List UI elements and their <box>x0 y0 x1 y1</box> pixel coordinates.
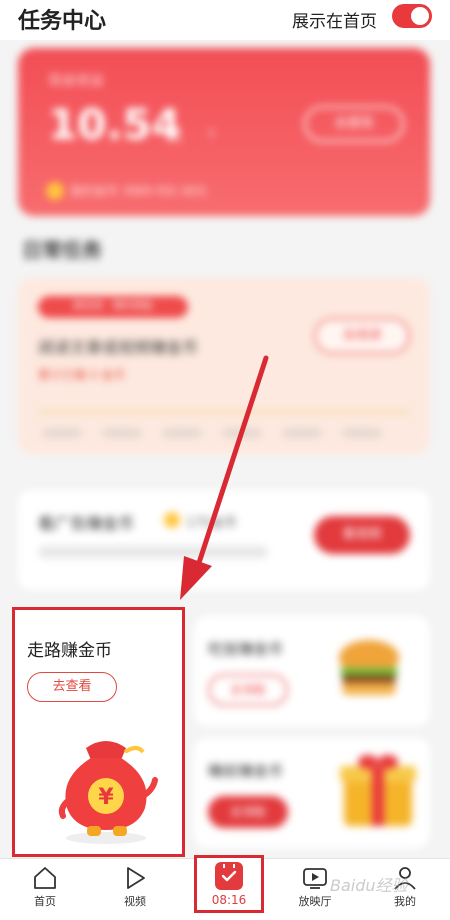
task-step <box>102 428 142 438</box>
header: 任务中心 展示在首页 <box>0 0 450 40</box>
toggle-knob <box>411 7 429 25</box>
ad-task-title: 看广告赚金币 <box>38 514 135 533</box>
signin-go-button[interactable]: 去领取 <box>208 796 288 828</box>
svg-text:¥: ¥ <box>98 785 114 810</box>
show-on-home-label: 展示在首页 <box>292 12 377 32</box>
ad-watch-button[interactable]: 看视频 <box>314 516 410 554</box>
signin-task-card[interactable]: 睡前赚金币 去领取 <box>194 738 430 848</box>
task-progress-text: 累计已赚 0 金币 <box>38 368 126 382</box>
ad-task-desc <box>38 546 268 558</box>
calendar-check-icon <box>215 862 243 890</box>
gift-box-icon <box>340 755 416 826</box>
walk-view-button[interactable]: 去查看 <box>27 672 117 702</box>
cash-card[interactable]: 现金收益 10.54 元 › 去提现 我的金币 3889 约0.38元 <box>18 48 430 216</box>
nav-label-video: 视频 <box>124 895 146 908</box>
chevron-right-icon: › <box>208 122 216 143</box>
ad-reward: 175金币 <box>186 516 237 531</box>
cash-unit: 元 <box>168 129 182 145</box>
coin-icon <box>164 512 180 528</box>
task-badge: 新任务 · 限时奖励 <box>38 296 188 318</box>
home-icon <box>34 867 56 889</box>
walk-earn-card[interactable]: 走路赚金币 去查看 ¥ <box>12 607 185 857</box>
task-step <box>42 428 82 438</box>
page-title: 任务中心 <box>18 9 107 34</box>
tv-play-icon <box>303 868 327 889</box>
show-on-home-toggle[interactable] <box>392 4 432 28</box>
nav-item-tasks-active[interactable]: 08:16 <box>194 855 264 913</box>
nav-label-home: 首页 <box>34 895 56 908</box>
task-step <box>282 428 322 438</box>
meal-go-button[interactable]: 去领取 <box>208 674 288 706</box>
watermark-text: Baidu经验 <box>330 876 408 895</box>
ad-task-card[interactable]: 看广告赚金币 175金币 看视频 <box>18 490 430 590</box>
cash-caption: 现金收益 <box>48 73 104 89</box>
task-center-page: 现金收益 10.54 元 › 去提现 我的金币 3889 约0.38元 日常任务… <box>0 0 450 920</box>
cash-sub-text: 我的金币 3889 约0.38元 <box>70 184 207 198</box>
withdraw-button[interactable]: 去提现 <box>304 106 404 142</box>
task-step <box>222 428 262 438</box>
nav-item-video[interactable]: 视频 <box>100 859 170 920</box>
signin-task-title: 睡前赚金币 <box>208 762 284 780</box>
task-go-button[interactable]: 去阅读 <box>314 318 410 354</box>
burger-icon <box>339 640 399 695</box>
meal-task-card[interactable]: 吃饭赚金币 去领取 <box>194 616 430 726</box>
reading-task-card[interactable]: 新任务 · 限时奖励 阅读文章或视频赚金币 累计已赚 0 金币 去阅读 <box>18 278 430 454</box>
section-title-daily: 日常任务 <box>22 238 102 262</box>
nav-item-home[interactable]: 首页 <box>10 859 80 920</box>
coin-icon <box>46 182 64 200</box>
meal-task-title: 吃饭赚金币 <box>208 640 284 658</box>
cash-amount: 10.54 <box>48 100 181 149</box>
nav-label-timer: 08:16 <box>211 893 247 907</box>
task-title: 阅读文章或视频赚金币 <box>38 338 199 357</box>
walk-card-title: 走路赚金币 <box>27 641 112 661</box>
task-step <box>342 428 382 438</box>
task-progress-bar <box>38 410 410 414</box>
task-step <box>162 428 202 438</box>
play-icon <box>127 867 145 889</box>
money-bag-icon: ¥ <box>58 741 158 844</box>
